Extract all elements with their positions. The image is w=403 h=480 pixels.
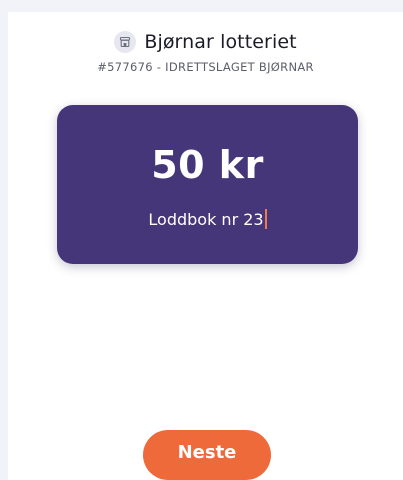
screen: Bjørnar lotteriet #577676 - IDRETTSLAGET… [8, 12, 403, 480]
title-row: Bjørnar lotteriet [8, 28, 403, 56]
ticket-book-label: Loddbok nr 23 [148, 209, 264, 229]
shop-icon [114, 31, 137, 53]
price-amount: 50 kr [151, 143, 264, 187]
header: Bjørnar lotteriet #577676 - IDRETTSLAGET… [8, 28, 403, 74]
page-title: Bjørnar lotteriet [144, 31, 297, 53]
text-caret [264, 209, 267, 229]
ticket-card: 50 kr Loddbok nr 23 [57, 105, 358, 264]
ticket-book-field[interactable]: Loddbok nr 23 [57, 209, 358, 229]
next-button[interactable]: Neste [143, 430, 271, 480]
organization-subtitle: #577676 - IDRETTSLAGET BJØRNAR [97, 60, 314, 74]
